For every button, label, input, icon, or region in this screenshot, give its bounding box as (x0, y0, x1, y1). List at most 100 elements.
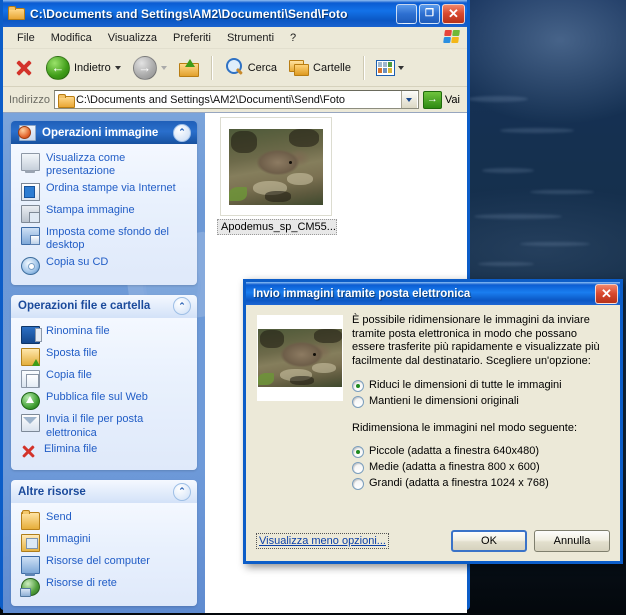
picture-tasks-icon (18, 124, 36, 141)
sidebar-item-label: Sposta file (46, 347, 98, 359)
sidebar-item-label: Imposta come sfondo del desktop (46, 225, 169, 252)
pictures-folder-icon (21, 533, 40, 552)
folder-icon (21, 509, 40, 530)
address-input[interactable]: C:\Documents and Settings\AM2\Documenti\… (53, 90, 419, 109)
menu-file[interactable]: File (9, 30, 43, 46)
radio-button-icon (352, 478, 364, 490)
radio-medie[interactable]: Medie (adatta a finestra 800 x 600) (352, 461, 610, 474)
menu-modifica[interactable]: Modifica (43, 30, 100, 46)
radio-riduci-dimensioni[interactable]: Riduci le dimensioni di tutte le immagin… (352, 379, 610, 392)
sidebar-item-move[interactable]: Sposta file (21, 347, 191, 366)
task-sidebar: Operazioni immagine ⌃ Visualizza come pr… (3, 113, 205, 613)
sidebar-item-print[interactable]: Stampa immagine (21, 204, 191, 223)
sidebar-item-label: Ordina stampe via Internet (46, 181, 176, 194)
sidebar-item-label: Rinomina file (46, 325, 110, 337)
delete-button[interactable] (9, 55, 39, 81)
resize-section-title: Ridimensiona le immagini nel modo seguen… (352, 422, 578, 434)
panel-header[interactable]: Operazioni immagine ⌃ (11, 121, 197, 144)
views-button[interactable] (372, 58, 408, 78)
search-label: Cerca (247, 61, 278, 74)
panel-title: Altre risorse (18, 485, 86, 498)
collapse-chevron-icon[interactable]: ⌃ (173, 297, 191, 315)
dialog-description: È possibile ridimensionare le immagini d… (352, 314, 600, 367)
sidebar-item-immagini[interactable]: Immagini (21, 533, 191, 552)
close-icon: ✕ (601, 285, 612, 301)
file-item[interactable]: Apodemus_sp_CM55... (217, 117, 337, 238)
radio-label: Grandi (adatta a finestra 1024 x 768) (369, 477, 549, 489)
sidebar-item-email[interactable]: Invia il file per posta elettronica (21, 413, 191, 440)
sidebar-item-send[interactable]: Send (21, 509, 191, 530)
radio-label: Piccole (adatta a finestra 640x480) (369, 445, 539, 457)
radio-label: Riduci le dimensioni di tutte le immagin… (369, 379, 562, 391)
ok-button[interactable]: OK (451, 530, 527, 552)
go-label: Vai (444, 93, 460, 106)
panel-body: Send Immagini Risorse del computer Risor… (11, 503, 197, 606)
toolbar: ← Indietro → Cerca Cartelle (3, 49, 467, 87)
publish-web-icon (21, 392, 40, 410)
panel-header[interactable]: Altre risorse ⌃ (11, 480, 197, 503)
back-dropdown-icon[interactable] (114, 65, 121, 70)
sidebar-item-slideshow[interactable]: Visualizza come presentazione (21, 152, 191, 179)
preview-frame (256, 314, 344, 402)
radio-label: Mantieni le dimensioni originali (369, 395, 519, 407)
less-options-link[interactable]: Visualizza meno opzioni... (256, 533, 389, 549)
rename-icon (21, 326, 42, 344)
windows-flag-icon (443, 30, 461, 44)
menu-preferiti[interactable]: Preferiti (165, 30, 219, 46)
radio-grandi[interactable]: Grandi (adatta a finestra 1024 x 768) (352, 477, 610, 490)
address-dropdown-button[interactable] (400, 91, 417, 108)
sidebar-item-delete[interactable]: Elimina file (21, 443, 191, 460)
address-label: Indirizzo (9, 93, 50, 106)
panel-operazioni-file-cartella: Operazioni file e cartella ⌃ Rinomina fi… (11, 294, 197, 470)
close-button[interactable]: ✕ (442, 3, 465, 24)
slideshow-icon (21, 152, 40, 173)
sidebar-item-copy-cd[interactable]: Copia su CD (21, 256, 191, 275)
sidebar-item-rename[interactable]: Rinomina file (21, 325, 191, 344)
menu-help[interactable]: ? (282, 30, 304, 46)
views-dropdown-icon[interactable] (397, 65, 404, 70)
panel-body: Rinomina file Sposta file Copia file Pub… (11, 317, 197, 470)
up-button[interactable] (174, 56, 204, 80)
network-icon (20, 577, 40, 597)
up-folder-icon (178, 58, 199, 77)
toolbar-separator-2 (362, 55, 365, 80)
delete-x-icon (14, 58, 34, 78)
go-button[interactable]: → Vai (422, 90, 463, 109)
sidebar-item-risorse-computer[interactable]: Risorse del computer (21, 555, 191, 576)
collapse-chevron-icon[interactable]: ⌃ (173, 482, 191, 501)
radio-mantieni-dimensioni[interactable]: Mantieni le dimensioni originali (352, 395, 610, 408)
panel-title: Operazioni immagine (42, 126, 159, 139)
panel-header[interactable]: Operazioni file e cartella ⌃ (11, 294, 197, 318)
go-arrow-icon: → (422, 90, 442, 109)
sidebar-item-set-wallpaper[interactable]: Imposta come sfondo del desktop (21, 226, 191, 253)
delete-icon (21, 444, 38, 460)
menu-strumenti[interactable]: Strumenti (219, 30, 282, 46)
folders-button[interactable]: Cartelle (284, 56, 356, 79)
email-images-dialog: Invio immagini tramite posta elettronica… (243, 279, 623, 564)
window-titlebar[interactable]: C:\Documents and Settings\AM2\Documenti\… (3, 0, 467, 27)
sidebar-item-order-prints[interactable]: Ordina stampe via Internet (21, 182, 191, 201)
size-radio-group: Piccole (adatta a finestra 640x480) Medi… (352, 443, 610, 493)
address-folder-icon (57, 93, 75, 108)
sidebar-item-publish-web[interactable]: Pubblica file sul Web (21, 391, 191, 410)
minimize-button[interactable]: _ (396, 3, 417, 24)
sidebar-item-label: Send (46, 510, 72, 523)
panel-body: Visualizza come presentazione Ordina sta… (11, 144, 197, 285)
back-button[interactable]: ← Indietro (41, 53, 126, 83)
cancel-button[interactable]: Annulla (534, 530, 610, 552)
folders-label: Cartelle (313, 61, 351, 74)
sidebar-item-copy[interactable]: Copia file (21, 369, 191, 388)
menu-visualizza[interactable]: Visualizza (100, 30, 165, 46)
radio-piccole[interactable]: Piccole (adatta a finestra 640x480) (352, 445, 610, 458)
back-label: Indietro (74, 61, 111, 74)
dialog-titlebar[interactable]: Invio immagini tramite posta elettronica… (246, 282, 620, 305)
dialog-close-button[interactable]: ✕ (595, 283, 618, 304)
forward-button[interactable]: → (128, 53, 172, 83)
maximize-button[interactable]: ❐ (419, 3, 440, 24)
sidebar-item-risorse-rete[interactable]: Risorse di rete (20, 577, 191, 597)
print-icon (21, 204, 40, 223)
search-button[interactable]: Cerca (220, 55, 282, 80)
collapse-chevron-icon[interactable]: ⌃ (173, 123, 191, 142)
folders-icon (289, 59, 310, 76)
panel-title: Operazioni file e cartella (18, 300, 151, 312)
